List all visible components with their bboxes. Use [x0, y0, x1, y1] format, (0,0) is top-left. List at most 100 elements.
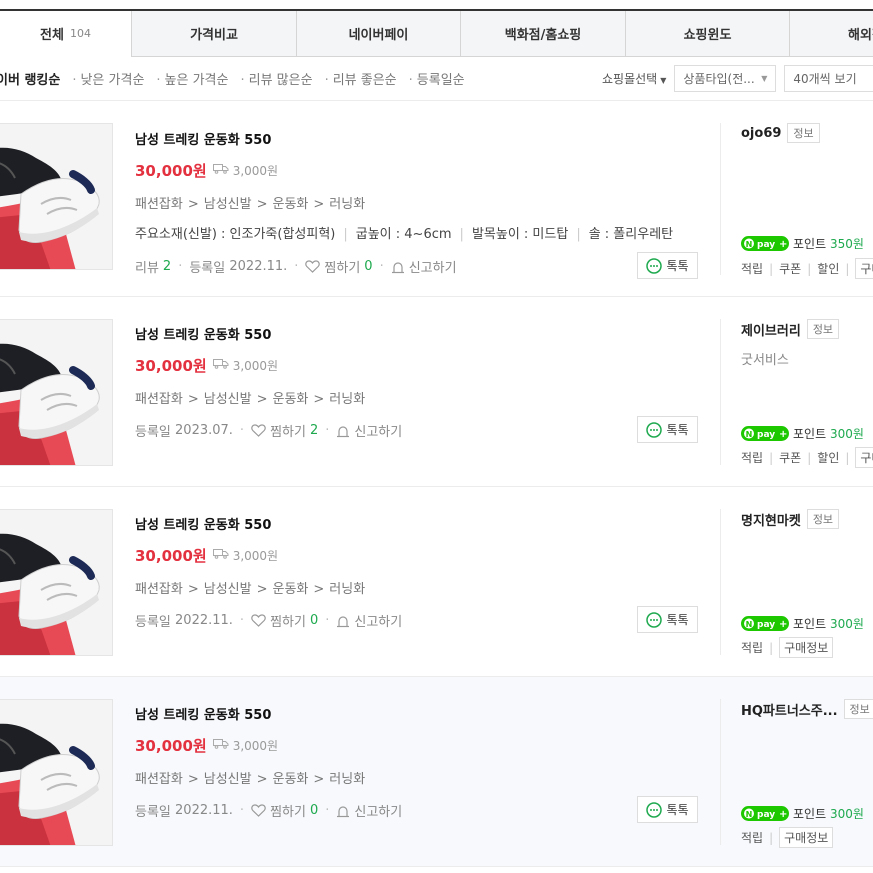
tab-shopping-window[interactable]: 쇼핑윈도 [625, 11, 789, 57]
svg-text:N: N [746, 430, 753, 439]
spec-item: 발목높이 : 미드탑 [471, 227, 569, 242]
product-info: 남성 트레킹 운동화 550 30,000원 3,000원 패션잡화 > 남성신발 >… [135, 704, 365, 787]
category-link[interactable]: 패션잡화 [135, 197, 183, 212]
tab-price-compare[interactable]: 가격비교 [131, 11, 296, 57]
sort-high-price[interactable]: · 높은 가격순 [156, 69, 228, 88]
product-thumbnail[interactable] [0, 319, 113, 466]
tab-department-store[interactable]: 백화점/홈쇼핑 [460, 11, 625, 57]
seller-panel: ojo69정보 Npay+ 포인트 350원 적립| 쿠폰| 할인| 구매 [720, 123, 873, 279]
purchase-info-button[interactable]: 구매정보 [779, 637, 834, 658]
tab-label: 네이버페이 [348, 28, 409, 43]
tab-label: 쇼핑윈도 [683, 28, 732, 43]
siren-icon [336, 424, 350, 438]
wish-button[interactable]: 찜하기 0 [305, 257, 373, 276]
category-link[interactable]: 러닝화 [329, 582, 365, 597]
sort-most-reviews[interactable]: · 리뷰 많은순 [240, 69, 312, 88]
heart-icon [251, 424, 266, 437]
wish-button[interactable]: 찜하기 2 [251, 421, 318, 440]
wish-count: 2 [309, 423, 319, 438]
benefit-discount: 할인 [817, 451, 840, 465]
talktalk-button[interactable]: 톡톡 [637, 796, 698, 823]
filter-tabs: 전체 104 가격비교 네이버페이 백화점/홈쇼핑 쇼핑윈도 해외직 [0, 9, 873, 57]
benefit-list: 적립 | 구매정보 [741, 637, 834, 658]
seller-info-button[interactable]: 정보 [806, 509, 840, 529]
product-row: 남성 트레킹 운동화 550 30,000원 3,000원 패션잡화 > 남성신발 >… [0, 101, 873, 297]
seller-name[interactable]: 제이브러리 [741, 320, 801, 339]
seller-name[interactable]: ojo69 [741, 126, 781, 141]
mall-select-dropdown[interactable]: 쇼핑몰선택 ▼ [602, 70, 666, 87]
sort-best-reviews[interactable]: · 리뷰 좋은순 [325, 69, 397, 88]
purchase-info-button[interactable]: 구매 [855, 447, 873, 468]
shipping-fee: 3,000원 [232, 739, 279, 753]
svg-text:pay: pay [757, 430, 775, 440]
category-link[interactable]: 패션잡화 [135, 392, 183, 407]
report-button[interactable]: 신고하기 [336, 421, 402, 440]
npay-points: Npay + 포인트 300원 [741, 615, 864, 632]
product-title[interactable]: 남성 트레킹 운동화 550 [135, 704, 365, 723]
talktalk-button[interactable]: 톡톡 [637, 606, 698, 633]
product-title[interactable]: 남성 트레킹 운동화 550 [135, 129, 673, 148]
sort-registered[interactable]: · 등록일순 [409, 69, 465, 88]
category-link[interactable]: 러닝화 [329, 392, 365, 407]
product-price: 30,000원 [135, 737, 207, 755]
talktalk-button[interactable]: 톡톡 [637, 416, 698, 443]
seller-panel: HQ파트너스주... 정보 Npay + 포인트 300원 적립 | 구매정보 [720, 699, 873, 848]
category-link[interactable]: 운동화 [273, 197, 309, 212]
seller-info-button[interactable]: 정보 [806, 319, 840, 339]
seller-info-button[interactable]: 정보 [843, 699, 873, 719]
report-button[interactable]: 신고하기 [391, 257, 457, 276]
purchase-info-button[interactable]: 구매 [855, 258, 873, 279]
product-type-select[interactable]: 상품타입(전... ▼ [674, 65, 777, 92]
filter-controls: 쇼핑몰선택 ▼ 상품타입(전... ▼ 40개씩 보기 [602, 65, 873, 92]
product-info: 남성 트레킹 운동화 550 30,000원 3,000원 패션잡화 > 남성신발 >… [135, 514, 365, 597]
category-link[interactable]: 남성신발 [204, 392, 252, 407]
product-thumbnail[interactable] [0, 699, 113, 846]
tab-overseas[interactable]: 해외직 [789, 11, 873, 57]
product-thumbnail[interactable] [0, 123, 113, 270]
seller-info-button[interactable]: 정보 [787, 123, 820, 143]
caret-down-icon: ▼ [660, 76, 667, 85]
product-thumbnail[interactable] [0, 509, 113, 656]
category-link[interactable]: 패션잡화 [135, 772, 183, 787]
svg-text:N: N [746, 620, 753, 629]
category-link[interactable]: 러닝화 [329, 197, 365, 212]
shipping-fee: 3,000원 [232, 164, 279, 178]
npay-logo-icon: Npay + [741, 616, 789, 631]
page-size-select[interactable]: 40개씩 보기 [784, 65, 873, 92]
shipping-fee: 3,000원 [232, 359, 279, 373]
seller-name[interactable]: 명지현마켓 [741, 510, 801, 529]
sort-low-price[interactable]: · 낮은 가격순 [72, 69, 144, 88]
review-link[interactable]: 리뷰 2 [135, 257, 171, 276]
report-button[interactable]: 신고하기 [336, 611, 402, 630]
purchase-info-button[interactable]: 구매정보 [779, 827, 834, 848]
product-title[interactable]: 남성 트레킹 운동화 550 [135, 514, 365, 533]
category-link[interactable]: 운동화 [273, 392, 309, 407]
svg-text:+: + [779, 809, 787, 820]
seller-name[interactable]: HQ파트너스주... [741, 700, 838, 719]
category-link[interactable]: 운동화 [273, 582, 309, 597]
npay-points: Npay + 포인트 350원 [741, 235, 864, 252]
product-title[interactable]: 남성 트레킹 운동화 550 [135, 324, 365, 343]
registered-date: 2023.07. [175, 423, 233, 438]
sort-naver-ranking[interactable]: 이버 랭킹순 [0, 69, 60, 88]
truck-icon [212, 163, 229, 178]
tab-naver-pay[interactable]: 네이버페이 [296, 11, 460, 57]
registered-label: 등록일 [135, 805, 171, 820]
category-link[interactable]: 패션잡화 [135, 582, 183, 597]
category-link[interactable]: 남성신발 [204, 197, 252, 212]
product-info: 남성 트레킹 운동화 550 30,000원 3,000원 패션잡화 > 남성신발 >… [135, 324, 365, 407]
category-link[interactable]: 남성신발 [204, 582, 252, 597]
wish-button[interactable]: 찜하기 0 [251, 801, 318, 820]
report-button[interactable]: 신고하기 [336, 801, 402, 820]
category-link[interactable]: 남성신발 [204, 772, 252, 787]
wish-button[interactable]: 찜하기 0 [251, 611, 318, 630]
talktalk-button[interactable]: 톡톡 [637, 252, 698, 279]
point-amount: 350원 [829, 237, 864, 251]
price-line: 30,000원 3,000원 [135, 355, 365, 376]
spec-item: 주요소재(신발) : 인조가죽(합성피혁) [135, 227, 336, 242]
benefit-list: 적립 | 구매정보 [741, 827, 834, 848]
tab-all[interactable]: 전체 104 [0, 11, 131, 57]
svg-text:pay: pay [757, 810, 775, 820]
category-link[interactable]: 운동화 [273, 772, 309, 787]
category-link[interactable]: 러닝화 [329, 772, 365, 787]
